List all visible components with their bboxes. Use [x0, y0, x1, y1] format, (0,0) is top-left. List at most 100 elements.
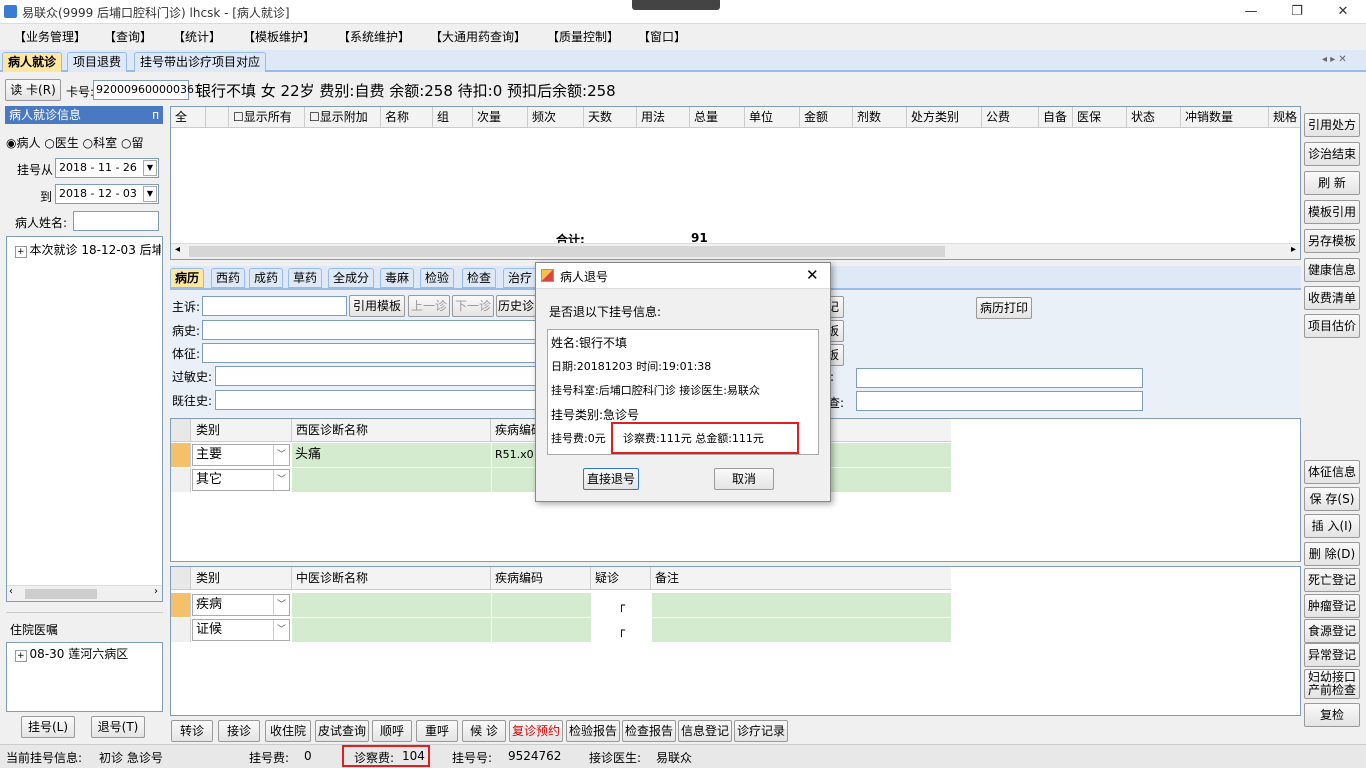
radio-patient-icon[interactable]: ◉: [6, 136, 16, 150]
dialog-cancel-button[interactable]: 取消: [714, 468, 774, 490]
scroll-left-icon[interactable]: ◂: [175, 244, 180, 255]
radio-stay-icon[interactable]: ○: [121, 136, 131, 150]
scroll-left-icon[interactable]: ‹: [9, 586, 13, 597]
tcm-note[interactable]: [652, 593, 951, 617]
finish-visit-button[interactable]: 诊治结束: [1304, 142, 1360, 166]
save-button[interactable]: 保 存(S): [1304, 487, 1360, 511]
insert-button[interactable]: 插 入(I): [1304, 514, 1360, 538]
tumor-register-button[interactable]: 肿瘤登记: [1304, 594, 1360, 618]
western-type-select[interactable]: 其它 ﹀: [192, 469, 290, 491]
food-source-button[interactable]: 食源登记: [1304, 619, 1360, 643]
subtab-lab[interactable]: 检验: [420, 268, 455, 288]
tcm-diag-code[interactable]: [492, 618, 591, 642]
close-icon[interactable]: ✕: [806, 266, 819, 284]
horizontal-scrollbar[interactable]: ‹ ›: [7, 585, 162, 601]
subtab-exam[interactable]: 检查: [462, 268, 497, 288]
tab-patient-visit[interactable]: 病人就诊: [2, 52, 63, 72]
call-next-button[interactable]: 顺呼: [372, 720, 412, 742]
menu-template[interactable]: 【模板维护】: [243, 28, 315, 45]
menu-business[interactable]: 【业务管理】: [14, 28, 86, 45]
subtab-patent[interactable]: 成药: [249, 268, 284, 288]
subtab-full[interactable]: 全成分: [328, 268, 375, 288]
chevron-down-icon[interactable]: ▼: [143, 186, 157, 202]
tab-register-items[interactable]: 挂号带出诊疗项目对应: [134, 52, 267, 72]
suspect-checkbox-icon[interactable]: ┌: [592, 618, 651, 642]
col-all[interactable]: 全: [171, 107, 206, 127]
table-row[interactable]: 疾病 ﹀ ┌: [171, 593, 951, 618]
subtab-western[interactable]: 西药: [211, 268, 246, 288]
maternal-interface-button[interactable]: 妇幼接口 产前检查: [1304, 669, 1360, 699]
chevron-down-icon[interactable]: ﹀: [273, 470, 289, 490]
fee-list-button[interactable]: 收费清单: [1304, 286, 1360, 310]
maximize-icon[interactable]: ❐: [1274, 0, 1320, 24]
radio-doctor-icon[interactable]: ○: [44, 136, 54, 150]
history-input[interactable]: [202, 320, 542, 340]
checkbox-icon[interactable]: ☐: [233, 110, 244, 124]
pin-icon[interactable]: ᴨ: [152, 106, 159, 124]
confirm-cancel-button[interactable]: 直接退号: [583, 468, 639, 490]
from-date-picker[interactable]: 2018 - 11 - 26 ▼: [55, 158, 159, 178]
refresh-button[interactable]: 刷 新: [1304, 171, 1360, 195]
subtab-herbal[interactable]: 草药: [288, 268, 323, 288]
next-visit-button[interactable]: 下一诊: [452, 295, 494, 317]
scroll-thumb[interactable]: [189, 246, 945, 257]
quote-rx-button[interactable]: 引用处方: [1304, 113, 1360, 137]
print-record-button[interactable]: 病历打印: [976, 297, 1032, 319]
recheck-button[interactable]: 复检: [1304, 703, 1360, 727]
tcm-note[interactable]: [652, 618, 951, 642]
chevron-down-icon[interactable]: ▼: [143, 160, 157, 176]
read-card-button[interactable]: 读 卡(R): [5, 79, 61, 101]
tcm-type-select[interactable]: 证候 ﹀: [192, 619, 290, 641]
extra-input-2[interactable]: [856, 391, 1143, 411]
expand-icon[interactable]: +: [15, 246, 27, 258]
history-button[interactable]: 历史诊: [496, 295, 536, 317]
patient-name-input[interactable]: [73, 211, 159, 231]
menu-window[interactable]: 【窗口】: [638, 28, 686, 45]
menu-stats[interactable]: 【统计】: [173, 28, 221, 45]
col-show-all[interactable]: ☐显示所有: [229, 107, 305, 127]
scroll-right-icon[interactable]: ›: [154, 586, 158, 597]
subtab-record[interactable]: 病历: [170, 268, 205, 288]
tcm-type-select[interactable]: 疾病 ﹀: [192, 594, 290, 616]
lab-report-button[interactable]: 检验报告: [566, 720, 620, 742]
col-show-extra[interactable]: ☐显示附加: [305, 107, 381, 127]
cancel-register-button[interactable]: 退号(T): [91, 716, 145, 738]
tree-item-inpatient[interactable]: +08-30 莲河六病区: [15, 645, 128, 662]
tcm-diag-name[interactable]: [292, 593, 491, 617]
rx-horizontal-scrollbar[interactable]: ◂ ▸: [171, 243, 1300, 259]
chief-input[interactable]: [202, 296, 347, 316]
chevron-down-icon[interactable]: ﹀: [273, 620, 289, 640]
quote-template-button[interactable]: 引用模板: [349, 295, 405, 317]
abnormal-register-button[interactable]: 异常登记: [1304, 643, 1360, 667]
chevron-down-icon[interactable]: ﹀: [273, 445, 289, 465]
skin-test-button[interactable]: 皮试查询: [315, 720, 369, 742]
table-row[interactable]: 证候 ﹀ ┌: [171, 618, 951, 643]
health-info-button[interactable]: 健康信息: [1304, 258, 1360, 282]
followup-appointment-button[interactable]: 复诊预约: [509, 720, 563, 742]
prev-visit-button[interactable]: 上一诊: [408, 295, 450, 317]
recall-button[interactable]: 重呼: [416, 720, 458, 742]
scroll-thumb[interactable]: [25, 589, 97, 599]
western-diag-name[interactable]: [292, 468, 491, 492]
tcm-diag-name[interactable]: [292, 618, 491, 642]
admit-button[interactable]: 收住院: [265, 720, 311, 742]
card-number-input[interactable]: 920009600000361: [93, 80, 201, 100]
chevron-down-icon[interactable]: ﹀: [273, 595, 289, 615]
subtab-narcotic[interactable]: 毒麻: [380, 268, 415, 288]
delete-button[interactable]: 删 除(D): [1304, 542, 1360, 566]
menu-drug-query[interactable]: 【大通用药查询】: [430, 28, 526, 45]
exam-report-button[interactable]: 检查报告: [622, 720, 676, 742]
menu-query[interactable]: 【查询】: [104, 28, 152, 45]
menu-system[interactable]: 【系统维护】: [338, 28, 410, 45]
info-register-button[interactable]: 信息登记: [678, 720, 732, 742]
subtab-treatment[interactable]: 治疗: [503, 268, 538, 288]
estimate-button[interactable]: 项目估价: [1304, 314, 1360, 338]
tree-item-current-visit[interactable]: + 本次就诊 18-12-03 后埔: [15, 241, 161, 258]
close-icon[interactable]: ✕: [1320, 0, 1366, 24]
sign-input[interactable]: [202, 343, 542, 363]
tcm-diag-code[interactable]: [492, 593, 591, 617]
register-button[interactable]: 挂号(L): [21, 716, 75, 738]
save-template-button[interactable]: 另存模板: [1304, 229, 1360, 253]
to-date-picker[interactable]: 2018 - 12 - 03 ▼: [55, 184, 159, 204]
menu-quality[interactable]: 【质量控制】: [547, 28, 619, 45]
